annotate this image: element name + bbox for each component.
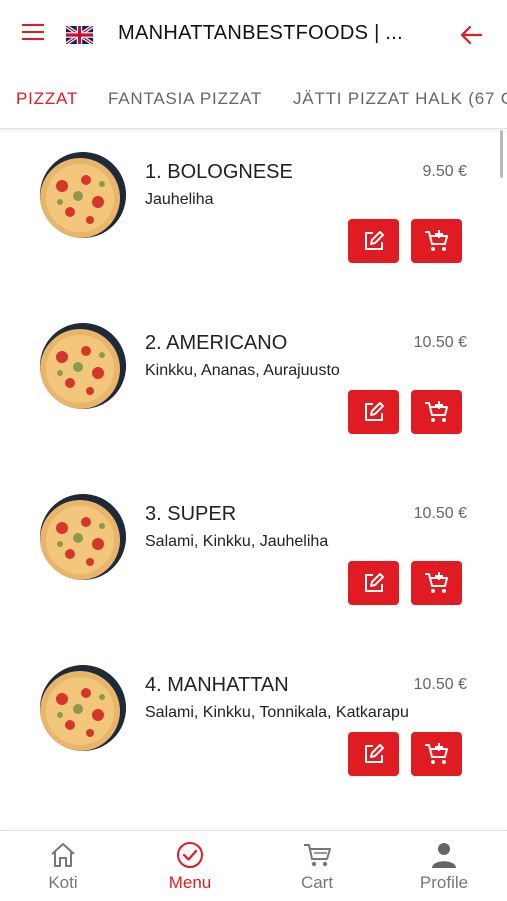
pizza-image: [40, 152, 126, 238]
customize-button[interactable]: [348, 561, 399, 605]
nav-label: Profile: [419, 873, 469, 892]
tab-jatti-pizzat[interactable]: JÄTTI PIZZAT HALK (67 C: [293, 89, 507, 109]
edit-icon: [364, 744, 384, 763]
edit-icon: [364, 573, 384, 592]
list-item: 1. BOLOGNESE 9.50 € Jauheliha: [0, 130, 507, 301]
check-circle-icon: [177, 842, 203, 868]
cart-add-icon: [424, 743, 448, 764]
home-icon: [51, 843, 75, 867]
item-price: 10.50 €: [413, 676, 467, 693]
hamburger-icon[interactable]: [22, 24, 44, 44]
item-description: Salami, Kinkku, Tonnikala, Katkarapu: [145, 704, 409, 721]
item-name: 3. SUPER: [145, 503, 237, 525]
list-item: 2. AMERICANO 10.50 € Kinkku, Ananas, Aur…: [0, 301, 507, 472]
cart-icon: [304, 844, 331, 867]
add-to-cart-button[interactable]: [411, 390, 462, 434]
item-price: 9.50 €: [422, 163, 467, 180]
customize-button[interactable]: [348, 732, 399, 776]
item-description: Kinkku, Ananas, Aurajuusto: [145, 362, 340, 379]
nav-cart[interactable]: Cart: [254, 831, 380, 901]
uk-flag-icon[interactable]: [65, 24, 94, 46]
list-item: 3. SUPER 10.50 € Salami, Kinkku, Jauheli…: [0, 472, 507, 643]
item-name: 2. AMERICANO: [145, 332, 288, 354]
product-list[interactable]: 1. BOLOGNESE 9.50 € Jauheliha 2. AMERICA…: [0, 130, 507, 830]
scrollbar[interactable]: [500, 130, 503, 178]
item-description: Salami, Kinkku, Jauheliha: [145, 533, 329, 550]
item-price: 10.50 €: [413, 505, 467, 522]
customize-button[interactable]: [348, 219, 399, 263]
nav-label: Cart: [300, 873, 334, 892]
cart-add-icon: [424, 230, 448, 251]
item-price: 10.50 €: [413, 334, 467, 351]
category-tabs: PIZZAT FANTASIA PIZZAT JÄTTI PIZZAT HALK…: [0, 68, 507, 129]
edit-icon: [364, 402, 384, 421]
item-description: Jauheliha: [145, 191, 214, 208]
pizza-image: [40, 323, 126, 409]
add-to-cart-button[interactable]: [411, 219, 462, 263]
person-icon: [432, 843, 456, 868]
nav-label: Koti: [48, 873, 78, 892]
tab-fantasia-pizzat[interactable]: FANTASIA PIZZAT: [108, 89, 262, 109]
add-to-cart-button[interactable]: [411, 732, 462, 776]
cart-add-icon: [424, 572, 448, 593]
nav-koti[interactable]: Koti: [0, 831, 126, 901]
cart-add-icon: [424, 401, 448, 422]
pizza-image: [40, 665, 126, 751]
nav-menu[interactable]: Menu: [127, 831, 253, 901]
add-to-cart-button[interactable]: [411, 561, 462, 605]
tab-pizzat[interactable]: PIZZAT: [16, 89, 78, 109]
page-title: MANHATTANBESTFOODS | ...: [118, 22, 404, 44]
item-name: 4. MANHATTAN: [145, 674, 289, 696]
pizza-image: [40, 494, 126, 580]
nav-label: Menu: [168, 873, 212, 892]
item-name: 1. BOLOGNESE: [145, 161, 293, 183]
bottom-navigation: Koti Menu Cart Profile: [0, 830, 507, 901]
nav-profile[interactable]: Profile: [381, 831, 507, 901]
edit-icon: [364, 231, 384, 250]
customize-button[interactable]: [348, 390, 399, 434]
list-item: 4. MANHATTAN 10.50 € Salami, Kinkku, Ton…: [0, 643, 507, 814]
app-header: MANHATTANBESTFOODS | ...: [0, 0, 507, 68]
arrow-left-icon[interactable]: [459, 24, 483, 46]
